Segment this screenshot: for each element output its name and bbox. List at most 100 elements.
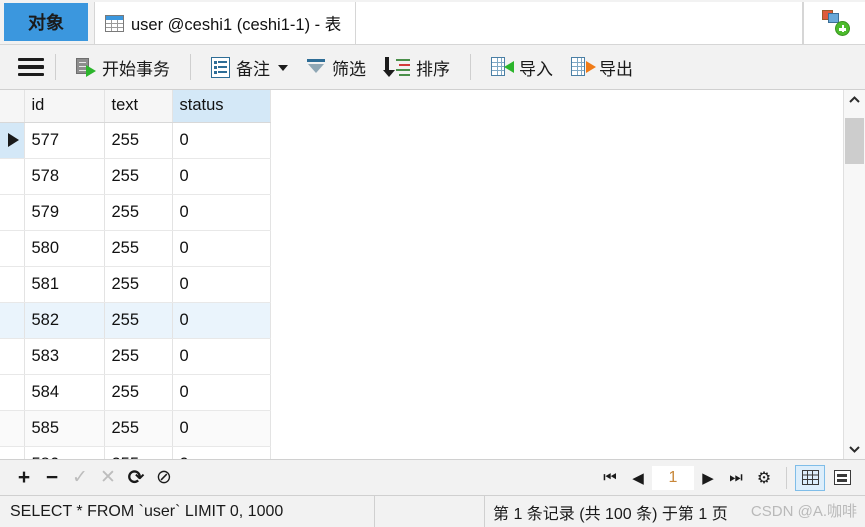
cell-id[interactable]: 579 [24,194,105,231]
form-view-button[interactable] [827,465,857,491]
row-indicator[interactable] [0,266,25,303]
cell-status[interactable]: 0 [172,158,271,195]
table-row[interactable]: 581 255 0 [0,266,271,303]
cell-status[interactable]: 0 [172,374,271,411]
delete-record-button[interactable]: − [38,464,66,492]
data-grid-area: id text status 577 255 0 578 255 0 579 255 0 580 2… [0,90,865,460]
cell-status[interactable]: 0 [172,230,271,267]
first-page-button[interactable]: ⏮ [596,464,624,492]
toolbar-separator [190,54,191,80]
table-row[interactable]: 580 255 0 [0,230,271,267]
record-navigation-bar: + − ✓ ✕ ⟳ ⊘ ⏮ ◀ ▶ ⏭ ⚙ [0,460,865,496]
add-record-button[interactable]: + [10,464,38,492]
last-page-button[interactable]: ⏭ [722,464,750,492]
cell-text[interactable]: 255 [104,302,173,339]
tab-user-table[interactable]: user @ceshi1 (ceshi1-1) - 表 [94,2,357,44]
grid-settings-button[interactable]: ⚙ [750,464,778,492]
main-toolbar: 开始事务 备注 筛选 排序 导入 导出 [0,45,865,90]
row-indicator[interactable] [0,302,25,339]
tab-bar-empty-area [356,2,803,44]
cell-id[interactable]: 578 [24,158,105,195]
hamburger-menu-icon[interactable] [18,56,44,79]
export-label: 导出 [599,59,633,79]
cell-text[interactable]: 255 [104,410,173,447]
table-row[interactable]: 584 255 0 [0,374,271,411]
table-row[interactable]: 579 255 0 [0,194,271,231]
import-button[interactable]: 导入 [482,51,562,84]
cell-text[interactable]: 255 [104,266,173,303]
table-row[interactable]: 583 255 0 [0,338,271,375]
new-tab-button[interactable] [803,2,865,44]
chevron-down-icon[interactable] [278,65,288,71]
cell-id[interactable]: 577 [24,122,105,159]
scroll-up-button[interactable] [844,90,865,110]
sort-button[interactable]: 排序 [375,51,459,84]
scroll-down-button[interactable] [844,439,865,459]
cell-id[interactable]: 581 [24,266,105,303]
cell-id[interactable]: 582 [24,302,105,339]
cell-status[interactable]: 0 [172,266,271,303]
vertical-scrollbar[interactable] [843,90,865,459]
cell-text[interactable]: 255 [104,374,173,411]
refresh-button[interactable]: ⟳ [122,464,150,492]
row-indicator[interactable] [0,446,25,459]
column-header-status[interactable]: status [172,90,271,123]
cell-status[interactable]: 0 [172,122,271,159]
cell-status[interactable]: 0 [172,194,271,231]
cell-id[interactable]: 586 [24,446,105,459]
previous-page-button[interactable]: ◀ [624,464,652,492]
cell-status[interactable]: 0 [172,446,271,459]
vertical-scrollbar-track[interactable] [844,110,865,439]
cell-status[interactable]: 0 [172,338,271,375]
tab-user-table-label: user @ceshi1 (ceshi1-1) - 表 [131,16,342,34]
cell-id[interactable]: 583 [24,338,105,375]
status-bar-gap [375,496,485,527]
export-icon [571,57,596,77]
data-grid-scroll[interactable]: id text status 577 255 0 578 255 0 579 255 0 580 2… [0,90,843,459]
cell-status[interactable]: 0 [172,410,271,447]
sort-label: 排序 [416,59,450,79]
row-indicator[interactable] [0,338,25,375]
row-indicator[interactable] [0,194,25,231]
cell-text[interactable]: 255 [104,158,173,195]
column-header-text[interactable]: text [104,90,173,123]
row-indicator[interactable] [0,158,25,195]
cell-text[interactable]: 255 [104,338,173,375]
cell-id[interactable]: 580 [24,230,105,267]
cell-id[interactable]: 584 [24,374,105,411]
cell-text[interactable]: 255 [104,446,173,459]
table-row[interactable]: 582 255 0 [0,302,271,339]
toolbar-separator [470,54,471,80]
note-button[interactable]: 备注 [202,51,297,84]
start-transaction-button[interactable]: 开始事务 [67,51,179,84]
tab-objects-label: 对象 [28,13,64,33]
table-row[interactable]: 5862550 [0,446,271,459]
tab-objects[interactable]: 对象 [4,3,88,41]
column-header-id[interactable]: id [24,90,105,123]
table-row[interactable]: 585 255 0 [0,410,271,447]
cell-id[interactable]: 585 [24,410,105,447]
grid-view-button[interactable] [795,464,825,491]
import-icon [491,57,514,77]
export-button[interactable]: 导出 [562,51,642,84]
cell-status[interactable]: 0 [172,302,271,339]
start-transaction-icon [76,57,96,77]
apply-changes-button[interactable]: ✓ [66,464,94,492]
next-page-button[interactable]: ▶ [694,464,722,492]
row-indicator[interactable] [0,230,25,267]
cell-text[interactable]: 255 [104,122,173,159]
cell-text[interactable]: 255 [104,230,173,267]
stop-button[interactable]: ⊘ [150,464,178,492]
row-indicator[interactable] [0,374,25,411]
table-row[interactable]: 577 255 0 [0,122,271,159]
row-indicator-active[interactable] [0,122,25,159]
filter-button[interactable]: 筛选 [297,51,375,84]
sort-icon [383,57,410,77]
vertical-scrollbar-thumb[interactable] [845,118,864,164]
row-indicator[interactable] [0,410,25,447]
page-number-input[interactable] [652,465,694,490]
cell-text[interactable]: 255 [104,194,173,231]
table-row[interactable]: 578 255 0 [0,158,271,195]
status-record-info: 第 1 条记录 (共 100 条) 于第 1 页 [493,505,728,523]
cancel-changes-button[interactable]: ✕ [94,464,122,492]
